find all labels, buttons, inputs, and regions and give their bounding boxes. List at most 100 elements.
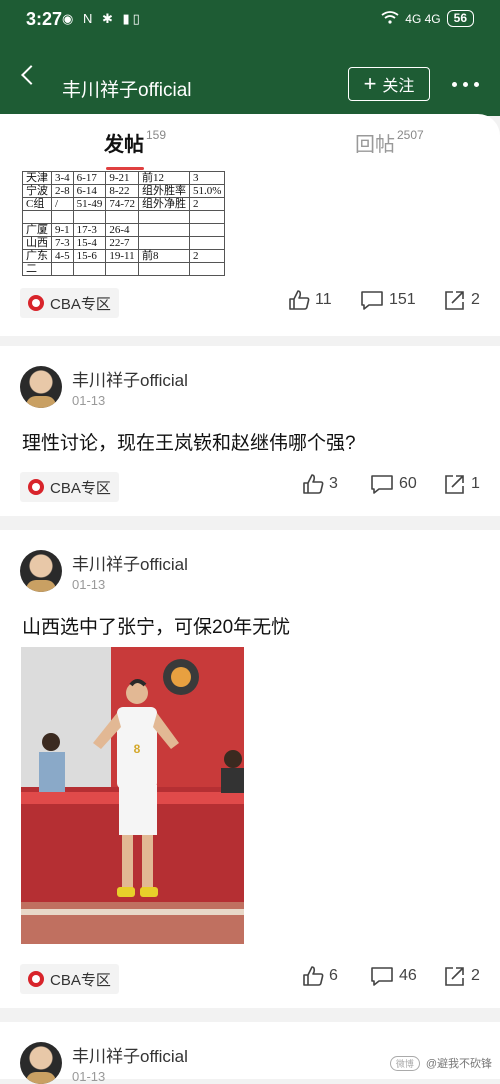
table-row: 山西 7-3 15-4 22-7 xyxy=(22,236,226,250)
topic-tag[interactable]: CBA专区 xyxy=(20,964,119,994)
cba-logo-icon xyxy=(28,295,44,311)
table-cell: 74-72 xyxy=(105,197,140,211)
table-cell: 2 xyxy=(189,197,226,211)
cba-logo-icon xyxy=(28,479,44,495)
author-name[interactable]: 丰川祥子official xyxy=(72,366,188,391)
like-count: 6 xyxy=(329,967,338,984)
topic-tag-label: CBA专区 xyxy=(50,295,111,313)
table-cell: 组外胜率 xyxy=(138,184,191,198)
like-button[interactable]: 6 xyxy=(302,966,338,986)
share-count: 2 xyxy=(471,291,480,308)
table-cell: 3-4 xyxy=(51,171,74,185)
like-count: 3 xyxy=(329,475,338,492)
post-date: 01-13 xyxy=(72,577,106,592)
table-cell xyxy=(51,210,74,224)
table-cell: 15-6 xyxy=(72,249,107,263)
post-card[interactable]: 丰川祥子official 01-13 理性讨论，现在王岚嵚和赵继伟哪个强? CB… xyxy=(0,346,500,516)
post-footer: CBA专区 6 46 2 xyxy=(0,960,500,1000)
post-date: 01-13 xyxy=(72,1069,106,1084)
share-count: 2 xyxy=(471,967,480,984)
table-cell: 51-49 xyxy=(72,197,107,211)
table-cell: 前8 xyxy=(138,249,191,263)
table-cell: 2 xyxy=(189,249,226,263)
comment-icon xyxy=(361,291,383,310)
table-cell: 6-14 xyxy=(72,184,107,198)
post-tabs: 发帖 159 回帖 2507 xyxy=(0,114,500,174)
share-button[interactable]: 2 xyxy=(444,966,480,986)
post-footer: CBA专区 3 60 1 xyxy=(0,468,500,508)
top-app-bar: 丰川祥子official + 关注 xyxy=(0,40,500,116)
table-cell: 26-4 xyxy=(105,223,140,237)
comment-count: 151 xyxy=(389,291,416,308)
svg-text:8: 8 xyxy=(134,742,141,756)
post-date: 01-13 xyxy=(72,393,106,408)
status-bar: 3:27 ◉ N ✱ ▮▯ 4G 4G 56 xyxy=(0,0,500,40)
table-cell xyxy=(189,262,226,276)
post-text[interactable]: 山西选中了张宁，可保20年无忧 xyxy=(22,612,290,639)
table-row xyxy=(22,210,226,224)
table-cell: C组 xyxy=(22,197,52,211)
wifi-icon xyxy=(381,10,399,27)
table-cell xyxy=(138,236,191,250)
topic-tag[interactable]: CBA专区 xyxy=(20,288,119,318)
topic-tag-label: CBA专区 xyxy=(50,479,111,497)
watermark: 微博 @避我不砍锋 xyxy=(389,1055,492,1071)
more-options-icon[interactable] xyxy=(452,82,479,87)
post-text[interactable]: 理性讨论，现在王岚嵚和赵继伟哪个强? xyxy=(22,428,356,455)
table-cell: 天津 xyxy=(22,171,52,185)
table-cell: 17-3 xyxy=(72,223,107,237)
like-button[interactable]: 11 xyxy=(288,290,332,310)
table-cell: 9-21 xyxy=(105,171,140,185)
avatar[interactable] xyxy=(20,366,62,408)
table-row: 广东 4-5 15-6 19-11 前8 2 xyxy=(22,249,226,263)
comment-icon xyxy=(371,967,393,986)
table-cell xyxy=(105,262,140,276)
table-cell xyxy=(138,223,191,237)
share-icon xyxy=(445,475,464,494)
topic-tag[interactable]: CBA专区 xyxy=(20,472,119,502)
post-card[interactable]: 丰川祥子official 01-13 山西选中了张宁，可保20年无忧 8 CBA… xyxy=(0,530,500,1008)
like-button[interactable]: 3 xyxy=(302,474,338,494)
follow-label: 关注 xyxy=(382,78,415,95)
comment-count: 46 xyxy=(399,967,417,984)
weibo-badge: 微博 xyxy=(389,1055,420,1071)
tab-posts-label: 发帖 xyxy=(104,134,144,156)
table-cell: 22-7 xyxy=(105,236,140,250)
author-name[interactable]: 丰川祥子official xyxy=(72,550,188,575)
signal-icon: 4G 4G xyxy=(405,11,441,26)
table-cell: / xyxy=(51,197,74,211)
author-name[interactable]: 丰川祥子official xyxy=(72,1042,188,1067)
share-button[interactable]: 2 xyxy=(444,290,480,310)
basketball-player-photo: 8 xyxy=(21,647,244,944)
table-cell xyxy=(51,262,74,276)
table-row: 天津 3-4 6-17 9-21 前12 3 xyxy=(22,171,226,185)
comment-button[interactable]: 60 xyxy=(370,474,417,494)
thumbs-up-icon xyxy=(289,290,310,310)
post-photo[interactable]: 8 xyxy=(21,647,244,944)
tab-replies[interactable]: 回帖 2507 xyxy=(355,128,424,157)
table-cell: 7-3 xyxy=(51,236,74,250)
tab-posts[interactable]: 发帖 159 xyxy=(104,128,166,157)
share-icon xyxy=(445,967,464,986)
back-arrow-icon[interactable] xyxy=(21,65,41,85)
share-button[interactable]: 1 xyxy=(444,474,480,494)
watermark-text: @避我不砍锋 xyxy=(425,1058,492,1070)
notification-icons: ◉ N ✱ ▮▯ xyxy=(62,11,143,26)
table-cell: 广东 xyxy=(22,249,52,263)
table-row: C组/51-49 74-72 组外净胜 2 xyxy=(22,197,226,211)
thumbs-up-icon xyxy=(303,474,324,494)
thumbs-up-icon xyxy=(303,966,324,986)
tab-replies-count: 2507 xyxy=(397,128,424,143)
table-cell: 6-17 xyxy=(72,171,107,185)
like-count: 11 xyxy=(315,291,332,308)
comment-button[interactable]: 151 xyxy=(360,290,416,310)
avatar[interactable] xyxy=(20,1042,62,1084)
table-cell xyxy=(138,210,191,224)
tab-replies-label: 回帖 xyxy=(355,134,395,156)
table-cell: 组外净胜 xyxy=(138,197,191,211)
table-cell xyxy=(189,210,226,224)
avatar[interactable] xyxy=(20,550,62,592)
follow-button[interactable]: + 关注 xyxy=(348,67,430,101)
table-cell xyxy=(72,210,107,224)
comment-button[interactable]: 46 xyxy=(370,966,417,986)
